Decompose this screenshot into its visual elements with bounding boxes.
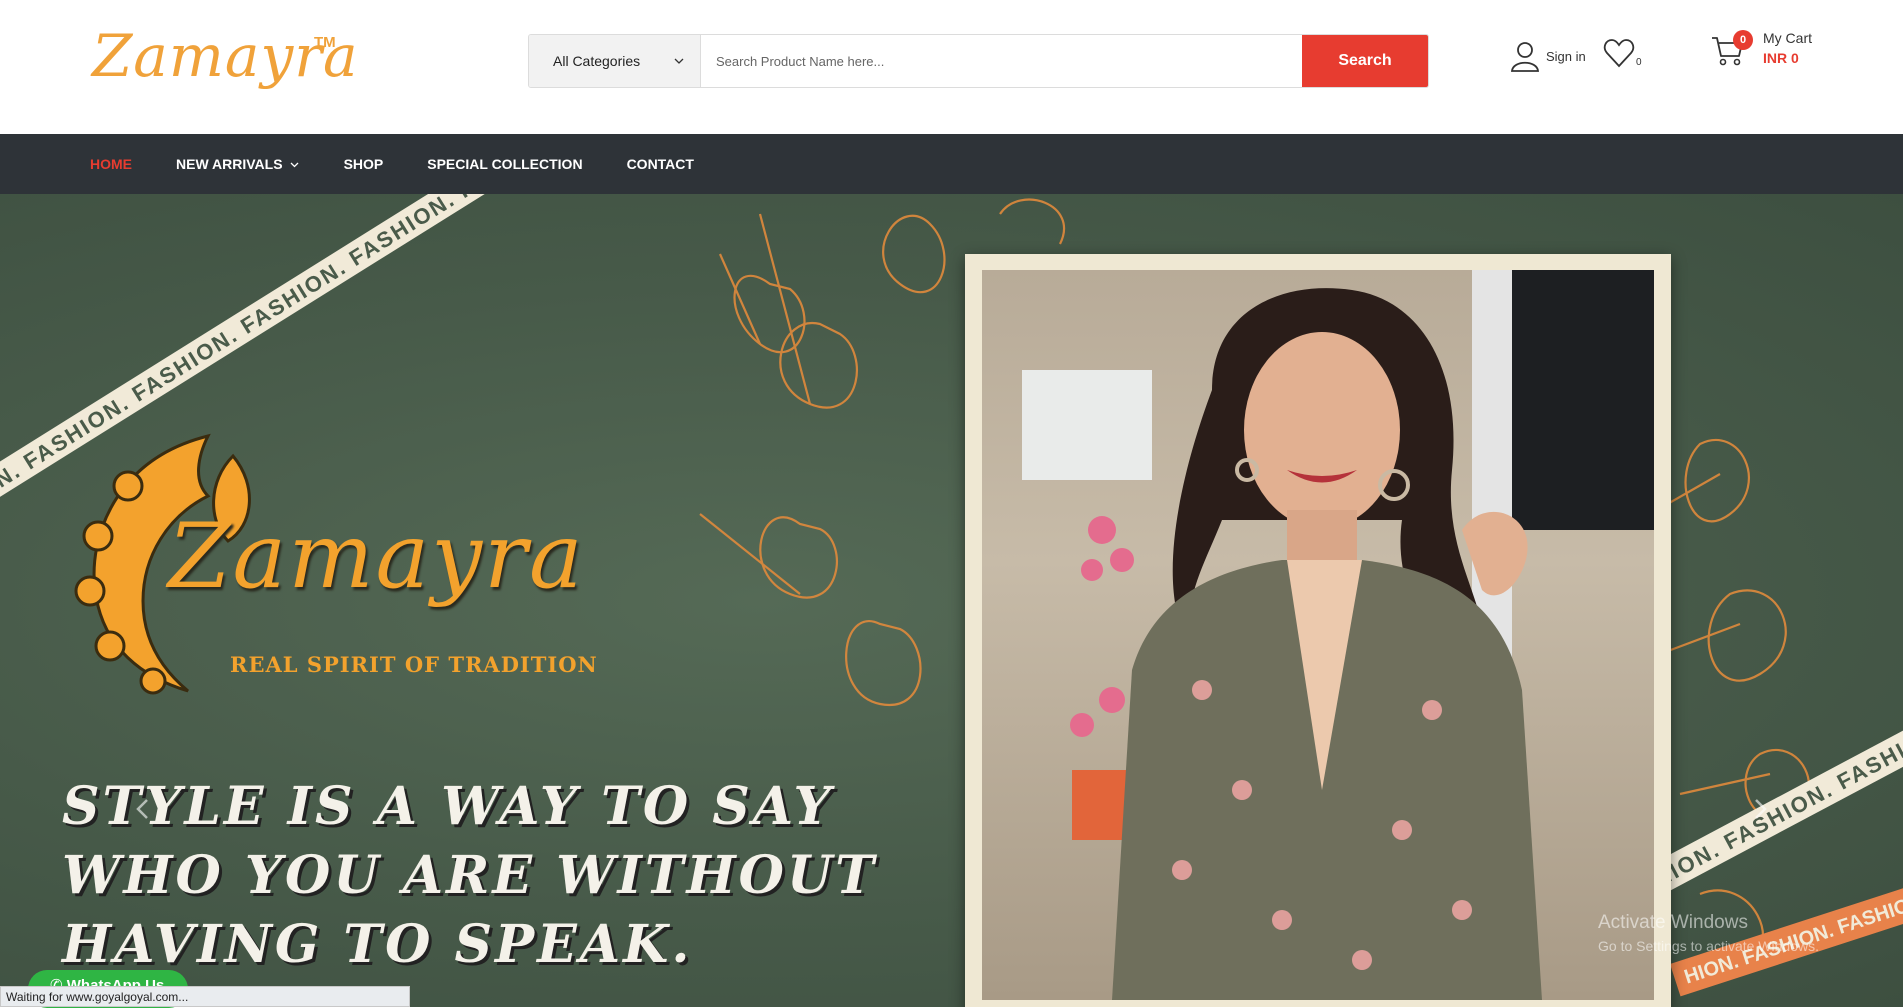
nav-item-contact[interactable]: CONTACT: [627, 156, 694, 172]
site-logo[interactable]: Zamayra TM: [92, 18, 358, 108]
logo-text: Zamayra: [92, 22, 359, 90]
windows-activation-watermark: Activate Windows Go to Settings to activ…: [1598, 912, 1819, 954]
category-select-label: All Categories: [553, 53, 641, 69]
watermark-title: Activate Windows: [1598, 912, 1748, 933]
main-nav: HOME NEW ARRIVALS SHOP SPECIAL COLLECTIO…: [0, 134, 1903, 194]
search-input[interactable]: [701, 35, 1302, 87]
nav-item-home[interactable]: HOME: [90, 156, 132, 172]
logo-trademark: TM: [314, 34, 336, 51]
wishlist-count: 0: [1636, 57, 1642, 68]
nav-item-special-collection[interactable]: SPECIAL COLLECTION: [427, 156, 582, 172]
nav-item-label: CONTACT: [626, 156, 694, 172]
hero-quote-line: WHO YOU ARE WITHOUT: [62, 845, 877, 906]
hero-quote-line: STYLE IS A WAY TO SAY: [62, 776, 834, 837]
browser-status-bar: Waiting for www.goyalgoyal.com...: [0, 986, 410, 1007]
sign-in-link[interactable]: Sign in: [1510, 36, 1586, 76]
nav-item-label: HOME: [90, 156, 132, 172]
hero-photo-frame: [965, 254, 1671, 1007]
nav-item-new-arrivals[interactable]: NEW ARRIVALS: [176, 156, 300, 172]
category-select[interactable]: All Categories: [529, 35, 701, 87]
search-bar: All Categories Search: [528, 34, 1429, 88]
cart-label: My Cart: [1763, 30, 1812, 46]
nav-item-label: SHOP: [343, 156, 384, 172]
chevron-down-icon: [674, 58, 684, 64]
slider-prev-arrow-icon[interactable]: [128, 794, 158, 824]
nav-item-label: SPECIAL COLLECTION: [427, 156, 583, 172]
nav-item-label: NEW ARRIVALS: [176, 156, 283, 172]
cart-count-badge: 0: [1733, 30, 1753, 50]
hero-slider: N. FASHION. FASHION. FASHION. FASHION. F…: [0, 194, 1903, 1007]
heart-icon: [1603, 39, 1635, 68]
hero-quote-line: HAVING TO SPEAK.: [62, 914, 693, 975]
nav-item-shop[interactable]: SHOP: [344, 156, 384, 172]
chevron-down-icon: [290, 162, 299, 167]
hero-brand-tagline: REAL SPIRIT OF TRADITION: [230, 652, 598, 677]
cart-total: INR 0: [1763, 50, 1799, 66]
hero-model-photo: [982, 270, 1654, 1000]
search-button[interactable]: Search: [1302, 35, 1428, 87]
hero-brand-name: Zamayra: [168, 504, 585, 609]
sign-in-label: Sign in: [1546, 48, 1586, 64]
wishlist-link[interactable]: 0: [1603, 38, 1642, 68]
hero-quote: STYLE IS A WAY TO SAY WHO YOU ARE WITHOU…: [62, 772, 922, 979]
cart-link[interactable]: 0 My Cart INR 0: [1711, 30, 1831, 74]
site-header: Zamayra TM All Categories Search Sign in…: [0, 0, 1903, 134]
user-icon: [1511, 42, 1539, 72]
watermark-subtitle: Go to Settings to activate Windows.: [1598, 938, 1819, 954]
slider-next-arrow-icon[interactable]: [1745, 794, 1775, 824]
